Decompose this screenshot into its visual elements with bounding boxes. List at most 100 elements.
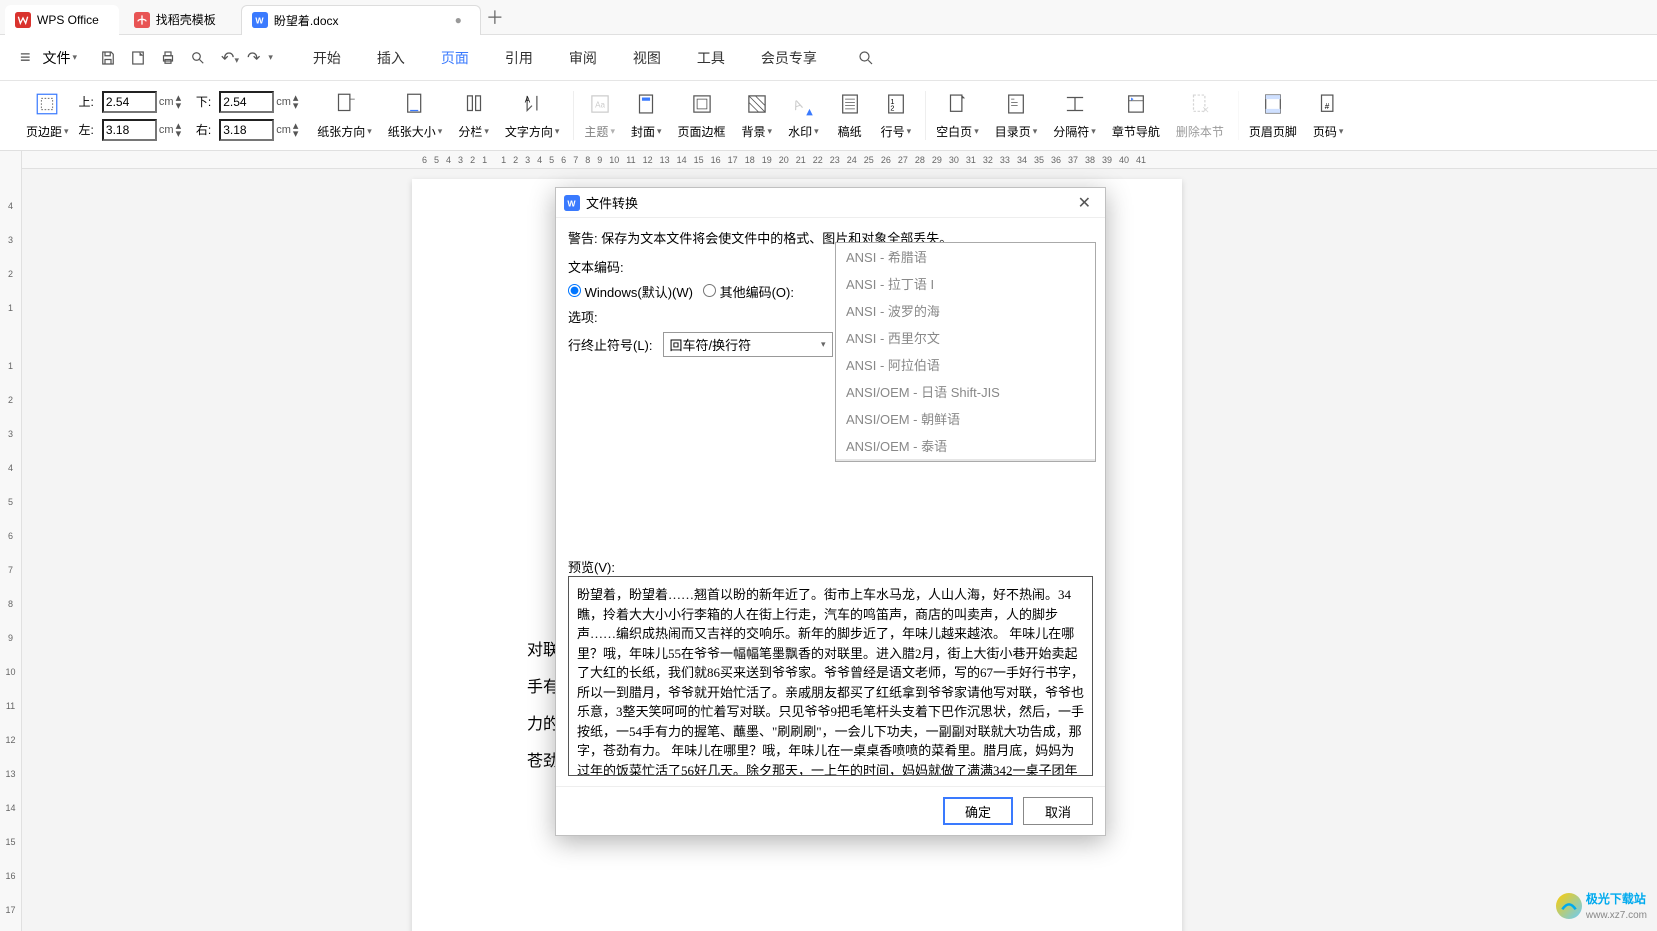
margin-inputs: 上: cm▴▾ 下: cm▴▾ 左: cm▴▾ 右: cm▴▾ [79,90,308,142]
columns-button[interactable]: 分栏▾ [452,91,495,140]
bg-button[interactable]: 背景▾ [736,91,779,140]
toc-button[interactable]: 目录页▾ [989,91,1044,140]
spin-icon[interactable]: ▴▾ [176,94,182,110]
template-tab[interactable]: 找稻壳模板 [124,5,236,35]
save-icon[interactable] [99,49,117,67]
vertical-ruler: 4321123456789101112131415161718192021 [0,151,22,931]
linenum-button[interactable]: 12行号▾ [875,91,927,140]
margin-top-label: 上: [79,93,94,110]
encoding-option[interactable]: ANSI/OEM - 简体中文 GBK [836,459,1095,462]
textdir-button[interactable]: A文字方向▾ [499,91,575,140]
ok-button[interactable]: 确定 [943,797,1013,825]
encoding-option[interactable]: ANSI/OEM - 日语 Shift-JIS [836,378,1095,405]
svg-text:A: A [791,96,805,113]
spin-icon[interactable]: ▴▾ [293,122,299,138]
svg-text:W: W [567,198,576,208]
tab-tools[interactable]: 工具 [693,48,729,68]
lineend-select[interactable]: 回车符/换行符▾ [663,332,833,357]
margin-left-input[interactable] [102,119,157,141]
redo-button[interactable]: ↷ [247,48,260,68]
search-icon[interactable] [857,49,875,67]
tab-insert[interactable]: 插入 [373,48,409,68]
radio-other-encoding[interactable]: 其他编码(O): [703,282,794,301]
watermark-button[interactable]: A水印▾ [782,91,825,140]
svg-text:A: A [525,95,531,104]
find-replace-icon[interactable] [189,49,207,67]
template-icon [134,12,150,28]
spin-icon[interactable]: ▴▾ [293,94,299,110]
preview-box[interactable]: 盼望着，盼望着……翘首以盼的新年近了。街市上车水马龙，人山人海，好不热闹。34瞧… [568,576,1093,776]
site-name: 极光下载站 [1586,892,1646,906]
word-doc-icon: W [252,12,268,28]
encoding-option[interactable]: ANSI/OEM - 朝鲜语 [836,405,1095,432]
svg-text:2: 2 [890,104,894,113]
spin-icon[interactable]: ▴▾ [176,122,182,138]
encoding-option[interactable]: ANSI - 希腊语 [836,243,1095,270]
file-menu[interactable]: 文件▾ [37,48,84,68]
print-preview-icon[interactable] [129,49,147,67]
hamburger-icon[interactable]: ≡ [20,47,31,68]
margin-right-input[interactable] [219,119,274,141]
new-tab-button[interactable]: ＋ [481,4,509,30]
document-tab[interactable]: W 盼望着.docx ● [241,5,481,35]
site-logo-icon [1556,893,1582,919]
undo-button[interactable]: ↶▾ [221,48,239,68]
ribbon: 页边距▾ 上: cm▴▾ 下: cm▴▾ 左: cm▴▾ 右: cm▴▾ 纸张方… [0,81,1657,151]
encoding-listbox[interactable]: ANSI - 希腊语ANSI - 拉丁语 IANSI - 波罗的海ANSI - … [835,242,1096,462]
encoding-option[interactable]: ANSI - 拉丁语 I [836,270,1095,297]
pgnum-button[interactable]: #页码▾ [1307,91,1350,140]
ribbon-tabs: 开始 插入 页面 引用 审阅 视图 工具 会员专享 [309,48,821,68]
wps-logo-icon [15,12,31,28]
sep-button[interactable]: 分隔符▾ [1047,91,1102,140]
orientation-button[interactable]: 纸张方向▾ [311,91,378,140]
tab-review[interactable]: 审阅 [565,48,601,68]
margins-button[interactable]: 页边距▾ [20,91,75,140]
qa-more-icon[interactable]: ▾ [268,52,273,63]
template-tab-label: 找稻壳模板 [156,11,216,28]
wps-office-tab[interactable]: WPS Office [5,5,119,35]
svg-text:W: W [255,15,264,25]
encoding-option[interactable]: ANSI - 波罗的海 [836,297,1095,324]
encoding-option[interactable]: ANSI - 西里尔文 [836,324,1095,351]
encoding-option[interactable]: ANSI/OEM - 泰语 [836,432,1095,459]
word-doc-icon: W [564,195,580,211]
cancel-button[interactable]: 取消 [1023,797,1093,825]
lineend-label: 行终止符号(L): [568,335,653,354]
theme-button[interactable]: Aa主题▾ [578,91,621,140]
margin-left-label: 左: [79,121,94,138]
tab-member[interactable]: 会员专享 [757,48,821,68]
chevron-down-icon: ▾ [821,339,826,350]
tab-view[interactable]: 视图 [629,48,665,68]
dialog-titlebar[interactable]: W 文件转换 ✕ [556,188,1105,218]
margin-bottom-input[interactable] [219,91,274,113]
encoding-option[interactable]: ANSI - 阿拉伯语 [836,351,1095,378]
margin-right-label: 右: [196,121,211,138]
pgborder-button[interactable]: 页面边框 [672,91,732,140]
svg-text:#: # [1325,102,1330,111]
menu-bar: ≡ 文件▾ ↶▾ ↷ ▾ 开始 插入 页面 引用 审阅 视图 工具 会员专享 [0,35,1657,81]
print-icon[interactable] [159,49,177,67]
chapnav-button[interactable]: 章节导航 [1106,91,1166,140]
preview-label: 预览(V): [568,557,1093,576]
title-bar: WPS Office 找稻壳模板 W 盼望着.docx ● ＋ [0,0,1657,35]
horizontal-ruler: 6543211234567891011121314151617181920212… [22,151,1657,169]
blank-button[interactable]: 空白页▾ [930,91,985,140]
dialog-title: 文件转换 [586,193,638,212]
document-tab-label: 盼望着.docx [274,12,339,29]
modified-indicator: ● [455,13,462,27]
tab-page[interactable]: 页面 [437,48,473,68]
tab-reference[interactable]: 引用 [501,48,537,68]
delsec-button: 删除本节 [1170,91,1239,140]
draft-button[interactable]: 稿纸 [829,91,871,140]
margin-top-input[interactable] [102,91,157,113]
hf-button[interactable]: 页眉页脚 [1243,91,1303,140]
size-button[interactable]: 纸张大小▾ [382,91,449,140]
margin-bottom-label: 下: [196,93,211,110]
radio-windows-default[interactable]: Windows(默认)(W) [568,282,693,301]
cover-button[interactable]: 封面▾ [625,91,668,140]
site-watermark: 极光下载站www.xz7.com [1556,890,1647,921]
dialog-close-button[interactable]: ✕ [1072,193,1097,213]
tab-start[interactable]: 开始 [309,48,345,68]
svg-text:Aa: Aa [595,100,605,109]
wps-tab-label: WPS Office [37,13,99,27]
